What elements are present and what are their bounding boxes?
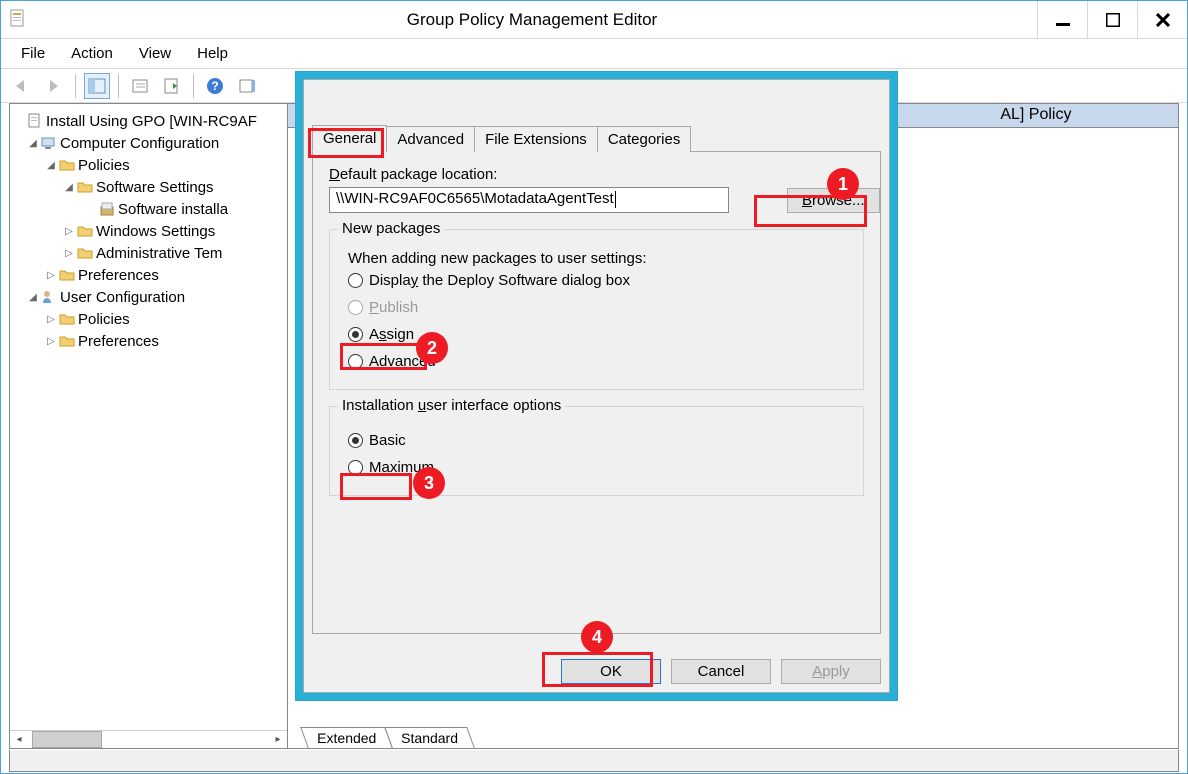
menu-help[interactable]: Help — [187, 43, 238, 64]
tree-user-config[interactable]: User Configuration — [60, 289, 185, 306]
ui-options-group: Installation user interface options Basi… — [329, 406, 864, 496]
user-icon — [40, 288, 58, 306]
tab-file-extensions[interactable]: File Extensions — [474, 126, 598, 152]
statusbar — [9, 750, 1179, 772]
horizontal-scrollbar[interactable]: ◂ ▸ — [10, 730, 287, 748]
tree-root[interactable]: Install Using GPO [WIN-RC9AF — [46, 113, 257, 130]
folder-icon — [58, 156, 76, 174]
policy-icon — [26, 112, 44, 130]
folder-icon — [58, 332, 76, 350]
menubar: File Action View Help — [1, 39, 1187, 69]
tab-advanced[interactable]: Advanced — [386, 126, 475, 152]
tree-user-policies[interactable]: Policies — [78, 311, 130, 328]
minimize-button[interactable] — [1037, 1, 1087, 38]
dialog-tabs: General Advanced File Extensions Categor… — [312, 124, 881, 152]
tree-policies[interactable]: Policies — [78, 157, 130, 174]
tab-general-content: Default package location: \\WIN-RC9AF0C6… — [312, 152, 881, 634]
folder-icon — [76, 222, 94, 240]
menu-view[interactable]: View — [129, 43, 181, 64]
tree-preferences[interactable]: Preferences — [78, 267, 159, 284]
close-button[interactable] — [1137, 1, 1187, 38]
maximize-button[interactable] — [1087, 1, 1137, 38]
expand-icon[interactable]: ▷ — [44, 314, 58, 325]
menu-file[interactable]: File — [11, 43, 55, 64]
expand-icon[interactable]: ◢ — [44, 160, 58, 171]
app-icon — [9, 9, 27, 31]
new-packages-legend: New packages — [338, 220, 444, 237]
tab-standard[interactable]: Standard — [384, 727, 474, 748]
ok-button[interactable]: OK — [561, 659, 661, 684]
folder-icon — [76, 178, 94, 196]
folder-icon — [58, 266, 76, 284]
default-package-label: Default package location: — [329, 166, 864, 183]
radio-advanced[interactable]: Advanced — [344, 348, 849, 375]
expand-icon[interactable]: ▷ — [62, 226, 76, 237]
tree-user-preferences[interactable]: Preferences — [78, 333, 159, 350]
forward-button[interactable] — [41, 73, 67, 99]
filter-button[interactable] — [234, 73, 260, 99]
installer-icon — [98, 200, 116, 218]
main-titlebar: Group Policy Management Editor — [1, 1, 1187, 39]
tree-computer-config[interactable]: Computer Configuration — [60, 135, 219, 152]
folder-icon — [76, 244, 94, 262]
radio-publish: Publish — [344, 294, 849, 321]
ui-options-legend: Installation user interface options — [338, 397, 565, 414]
browse-button[interactable]: Browse... — [787, 188, 880, 213]
show-hide-tree-button[interactable] — [84, 73, 110, 99]
tab-extended[interactable]: Extended — [300, 727, 393, 748]
new-packages-group: New packages When adding new packages to… — [329, 229, 864, 390]
radio-display[interactable]: Display the Deploy Software dialog box — [344, 267, 849, 294]
cancel-button[interactable]: Cancel — [671, 659, 771, 684]
tree-software-settings[interactable]: Software Settings — [96, 179, 214, 196]
radio-maximum[interactable]: Maximum — [344, 454, 849, 481]
tab-general[interactable]: General — [312, 125, 387, 152]
default-package-input[interactable]: \\WIN-RC9AF0C6565\MotadataAgentTest — [329, 187, 729, 213]
folder-icon — [58, 310, 76, 328]
tree-windows-settings[interactable]: Windows Settings — [96, 223, 215, 240]
apply-button: Apply — [781, 659, 881, 684]
new-packages-instruction: When adding new packages to user setting… — [344, 250, 849, 267]
computer-icon — [40, 134, 58, 152]
expand-icon[interactable]: ▷ — [62, 248, 76, 259]
menu-action[interactable]: Action — [61, 43, 123, 64]
radio-basic[interactable]: Basic — [344, 427, 849, 454]
radio-assign[interactable]: Assign — [344, 321, 849, 348]
expand-icon[interactable]: ◢ — [26, 138, 40, 149]
dialog-buttons: OK Cancel Apply — [561, 659, 881, 684]
back-button[interactable] — [9, 73, 35, 99]
tree-software-installation[interactable]: Software installa — [118, 201, 228, 218]
properties-dialog: Software installation Properties ? Gener… — [295, 71, 898, 701]
expand-icon[interactable]: ◢ — [62, 182, 76, 193]
help-icon[interactable]: ? — [202, 73, 228, 99]
properties-button[interactable] — [127, 73, 153, 99]
tab-categories[interactable]: Categories — [597, 126, 692, 152]
refresh-button[interactable] — [159, 73, 185, 99]
window-buttons — [1037, 1, 1187, 38]
expand-icon[interactable]: ▷ — [44, 270, 58, 281]
expand-icon[interactable]: ▷ — [44, 336, 58, 347]
expand-icon[interactable]: ◢ — [26, 292, 40, 303]
svg-text:?: ? — [211, 79, 218, 93]
tree-pane[interactable]: Install Using GPO [WIN-RC9AF ◢Computer C… — [10, 104, 288, 748]
main-window-title: Group Policy Management Editor — [27, 10, 1037, 30]
tree-admin-templates[interactable]: Administrative Tem — [96, 245, 222, 262]
